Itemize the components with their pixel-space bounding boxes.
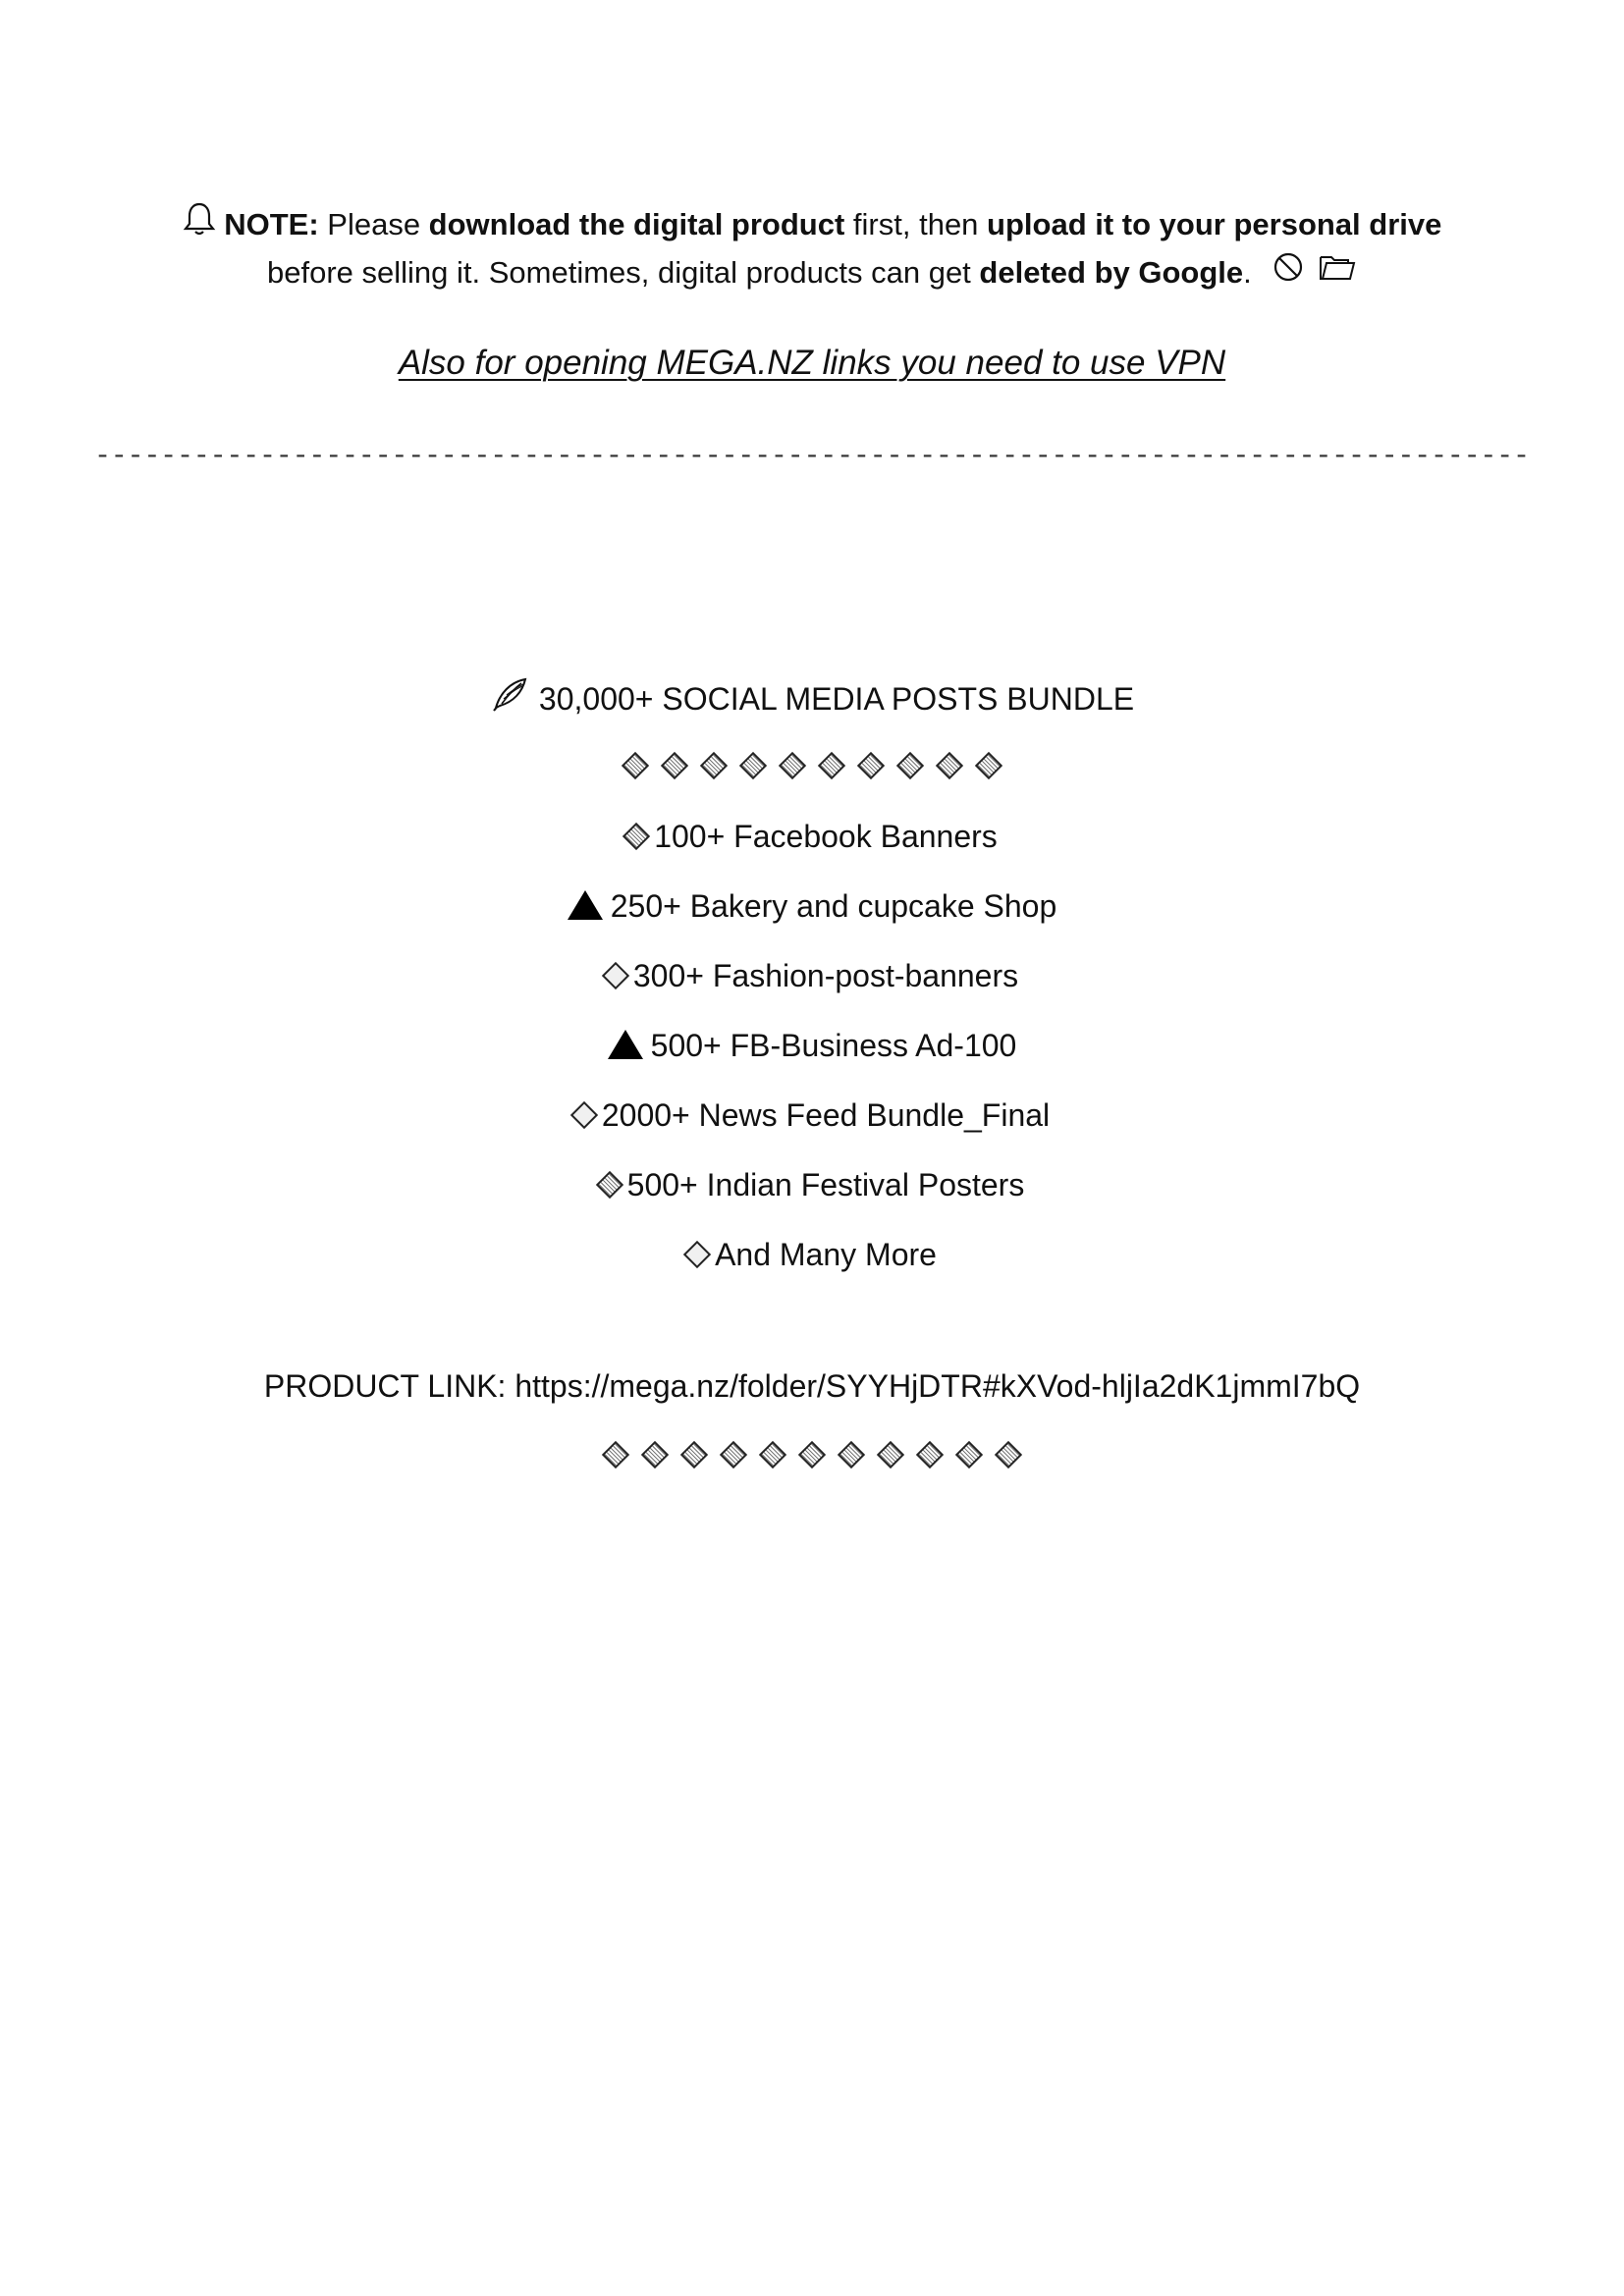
note-emphasis-download: download the digital product: [428, 207, 845, 242]
decorative-diamond-icon: [758, 1440, 787, 1469]
bell-icon: [183, 201, 216, 246]
decorative-diamond-icon: [797, 1440, 827, 1469]
prohibited-icon: [1272, 250, 1305, 294]
list-item: 300+ Fashion-post-banners: [0, 956, 1624, 995]
decorative-diamond-icon: [994, 1440, 1023, 1469]
note-label: NOTE:: [224, 207, 319, 242]
black-triangle-icon: [567, 889, 603, 920]
diamond-row-bottom: [0, 1440, 1624, 1469]
decorative-diamond-icon: [738, 751, 768, 780]
decorative-diamond-icon: [935, 751, 964, 780]
shaded-diamond-icon: [595, 1170, 623, 1199]
list-item: 500+ FB-Business Ad-100: [0, 1026, 1624, 1065]
note-emphasis-google: deleted by Google: [979, 255, 1244, 291]
list-item: And Many More: [0, 1235, 1624, 1274]
list-item: 100+ Facebook Banners: [0, 817, 1624, 856]
folder-icon: [1318, 251, 1357, 293]
decorative-diamond-icon: [621, 751, 650, 780]
note-emphasis-upload: upload it to your personal drive: [987, 207, 1442, 242]
product-link-label: PRODUCT LINK:: [263, 1368, 515, 1404]
note-line-2: before selling it. Sometimes, digital pr…: [0, 250, 1624, 296]
decorative-diamond-icon: [778, 751, 807, 780]
decorative-diamond-icon: [601, 1440, 630, 1469]
product-link-url[interactable]: https://mega.nz/folder/SYYHjDTR#kXVod-hl…: [514, 1368, 1360, 1404]
decorative-diamond-icon: [954, 1440, 984, 1469]
shaded-diamond-icon: [623, 822, 651, 850]
diamond-row-top: [0, 751, 1624, 780]
vpn-notice: Also for opening MEGA.NZ links you need …: [0, 344, 1624, 383]
black-triangle-icon: [607, 1029, 643, 1059]
decorative-diamond-icon: [817, 751, 846, 780]
decorative-diamond-icon: [699, 751, 729, 780]
list-item: 2000+ News Feed Bundle_Final: [0, 1095, 1624, 1135]
decorative-diamond-icon: [915, 1440, 945, 1469]
decorative-diamond-icon: [660, 751, 689, 780]
decorative-diamond-icon: [679, 1440, 709, 1469]
list-item: 500+ Indian Festival Posters: [0, 1165, 1624, 1204]
decorative-diamond-icon: [719, 1440, 748, 1469]
diamond-icon: [682, 1240, 712, 1268]
diamond-icon: [569, 1100, 598, 1129]
vpn-notice-text[interactable]: Also for opening MEGA.NZ links you need …: [399, 344, 1225, 382]
decorative-diamond-icon: [837, 1440, 866, 1469]
decorative-diamond-icon: [974, 751, 1003, 780]
decorative-diamond-icon: [895, 751, 925, 780]
product-link-line: PRODUCT LINK: https://mega.nz/folder/SYY…: [0, 1366, 1624, 1406]
diamond-icon: [601, 961, 630, 989]
document-page: NOTE: Please download the digital produc…: [0, 0, 1624, 2296]
decorative-diamond-icon: [856, 751, 886, 780]
decorative-diamond-icon: [876, 1440, 905, 1469]
bundle-title: 30,000+ SOCIAL MEDIA POSTS BUNDLE: [0, 677, 1624, 725]
decorative-diamond-icon: [640, 1440, 670, 1469]
dashed-divider: ----------------------------------------…: [94, 442, 1530, 472]
feather-pen-icon: [490, 674, 529, 722]
list-item: 250+ Bakery and cupcake Shop: [0, 886, 1624, 926]
note-line-1: NOTE: Please download the digital produc…: [0, 201, 1624, 249]
